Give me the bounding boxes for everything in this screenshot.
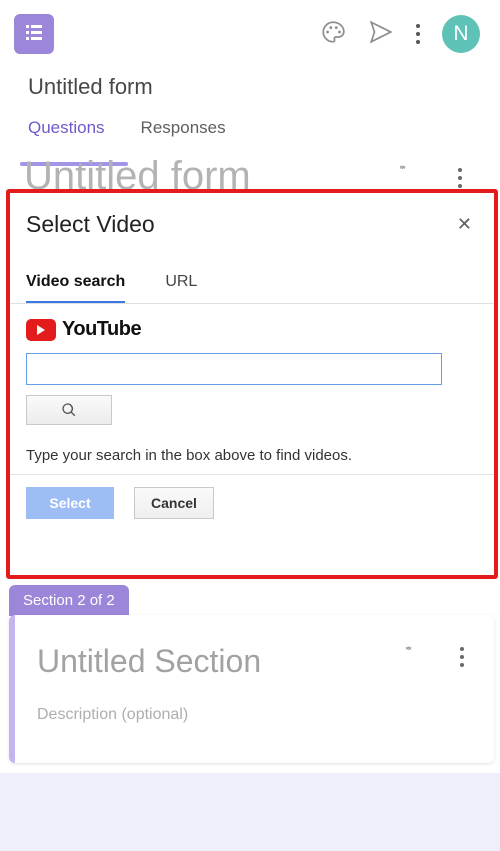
tab-video-search[interactable]: Video search [26, 273, 125, 304]
collapse-icon[interactable]: ⌄⌃ [403, 643, 414, 655]
more-icon[interactable] [416, 24, 420, 44]
tab-responses[interactable]: Responses [141, 118, 226, 148]
video-search-input[interactable] [26, 353, 442, 385]
close-icon[interactable]: ✕ [451, 210, 478, 239]
select-video-dialog: Select Video ✕ Video search URL YouTube … [8, 192, 496, 575]
select-button[interactable]: Select [26, 487, 114, 519]
cancel-button[interactable]: Cancel [134, 487, 214, 519]
tab-url[interactable]: URL [165, 273, 197, 304]
forms-logo-icon[interactable] [14, 14, 54, 54]
dialog-title: Select Video [26, 211, 155, 238]
search-hint: Type your search in the box above to fin… [8, 425, 496, 474]
collapse-icon[interactable]: ⌄⌃ [397, 162, 408, 174]
search-button[interactable] [26, 395, 112, 425]
palette-icon[interactable] [320, 19, 346, 50]
youtube-icon [26, 319, 56, 341]
youtube-label: YouTube [62, 318, 141, 341]
card-more-icon[interactable] [458, 164, 462, 192]
section-title[interactable]: Untitled Section [15, 615, 494, 680]
avatar[interactable]: N [442, 15, 480, 53]
search-icon [61, 402, 77, 418]
section-more-icon[interactable] [460, 643, 464, 671]
section-description[interactable]: Description (optional) [15, 680, 494, 724]
bottom-spacer [0, 773, 500, 851]
section-badge: Section 2 of 2 [9, 585, 129, 616]
form-title: Untitled form [0, 64, 500, 100]
send-icon[interactable] [368, 19, 394, 50]
tab-questions[interactable]: Questions [28, 118, 105, 148]
section-card[interactable]: Untitled Section Description (optional) … [9, 615, 494, 763]
